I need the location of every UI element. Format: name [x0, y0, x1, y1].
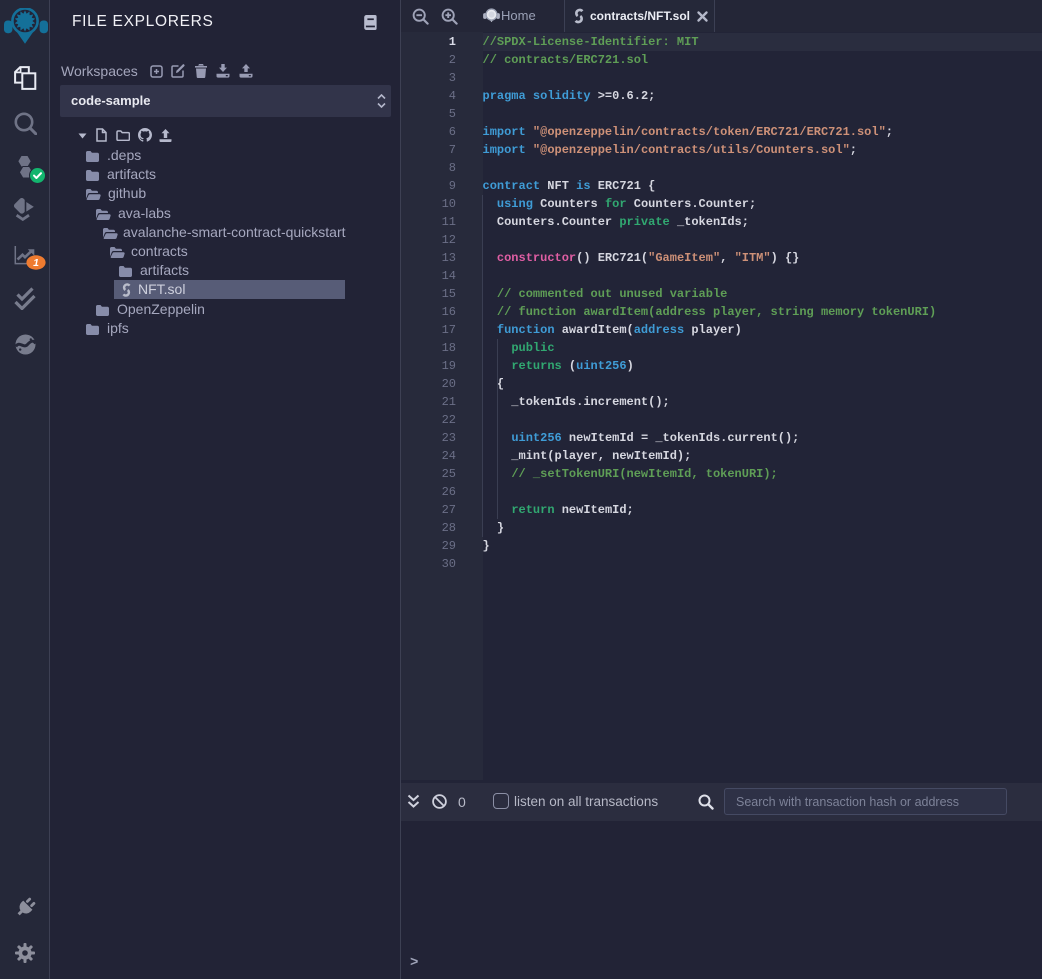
- svg-text:1: 1: [33, 257, 39, 269]
